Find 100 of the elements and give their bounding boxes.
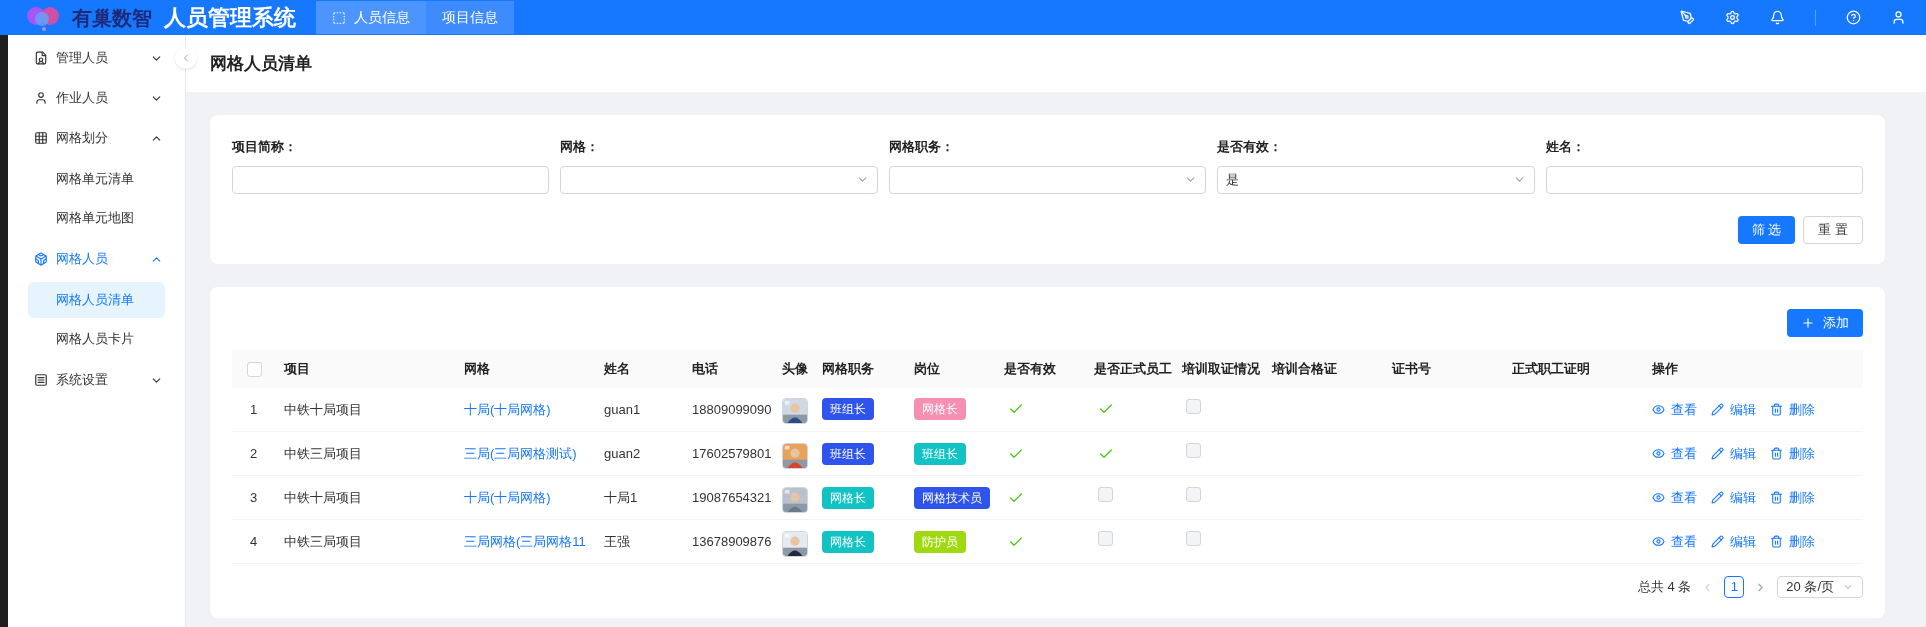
action-link[interactable]: 查看 [1652,531,1697,552]
cube-icon [34,252,48,266]
checkbox[interactable] [1186,487,1201,503]
input-field[interactable] [232,165,550,194]
total-count: 总共 4 条 [1637,578,1692,597]
grid-link[interactable]: 三局(三局网格测试) [464,445,577,461]
table-cell: 13678909876 [688,519,778,564]
tag: 网格长 [822,486,874,509]
add-button[interactable]: 添加 [1787,308,1863,337]
tag: 防护员 [914,530,966,553]
column-header: 项目 [280,349,460,388]
field-label: 网格： [560,138,601,156]
page-size-select[interactable]: 20 条/页 [1777,576,1863,598]
menu-item[interactable]: 网格人员 [8,239,173,279]
trash-icon [1770,535,1783,548]
menu-item[interactable]: 系统设置 [8,360,173,400]
submenu-item[interactable]: 网格人员卡片 [28,321,165,357]
table-cell: 18809099090 [688,387,778,432]
collapse-button[interactable] [175,47,197,69]
select-field[interactable]: 是 [1217,165,1535,194]
action-link[interactable]: 删除 [1770,443,1815,464]
settings-icon[interactable] [1725,10,1740,25]
pencil-icon [1711,535,1724,548]
checkbox[interactable] [1186,443,1201,459]
column-header: 操作 [1648,349,1863,388]
eye-icon [1652,535,1665,548]
page-button[interactable]: 1 [1724,576,1745,598]
menu-item[interactable]: 作业人员 [8,78,173,118]
table-cell: 十局1 [600,475,688,520]
select-field[interactable] [560,165,878,194]
action-link[interactable]: 编辑 [1711,487,1756,508]
action-link[interactable]: 编辑 [1711,399,1756,419]
input-field[interactable] [1545,165,1863,194]
action-link[interactable]: 删除 [1770,531,1815,552]
menu-item[interactable]: 管理人员 [8,38,173,78]
reset-button[interactable]: 重 置 [1803,215,1863,244]
plus-icon [1801,315,1815,330]
column-header: 姓名 [600,349,688,388]
eye-icon [1652,447,1665,460]
column-header: 培训取证情况 [1178,349,1268,388]
pencil-icon [1711,402,1724,416]
row-number: 2 [232,431,280,476]
bell-icon[interactable] [1770,10,1785,25]
action-link[interactable]: 编辑 [1711,443,1756,464]
filter-button[interactable]: 筛 选 [1737,215,1796,244]
pencil-icon [1711,447,1724,460]
submenu-item[interactable]: 网格单元地图 [28,200,165,236]
menu-item[interactable]: 网格划分 [8,118,173,158]
list-icon [34,373,48,387]
tag: 网格长 [914,398,966,421]
grid-link[interactable]: 十局(十局网格) [464,401,551,417]
table-cell: guan1 [600,387,688,432]
column-header: 网格 [460,349,600,388]
column-header: 岗位 [910,349,1000,388]
row-number: 1 [232,387,280,432]
column-header: 是否正式员工 [1090,349,1178,388]
column-header: 电话 [688,349,778,388]
table-cell: 中铁十局项目 [280,387,460,432]
trash-icon [1770,447,1783,460]
page-title: 网格人员清单 [210,52,312,75]
action-link[interactable]: 删除 [1770,399,1815,419]
field-label: 项目简称： [232,138,298,156]
grid-link[interactable]: 三局网格(三局网格11 [464,533,586,549]
row-number: 3 [232,475,280,520]
select-field[interactable] [888,165,1207,194]
checkbox[interactable] [1098,487,1113,503]
checkbox[interactable] [1186,531,1201,547]
action-link[interactable]: 查看 [1652,399,1697,419]
table-cell: 中铁十局项目 [280,475,460,520]
action-link[interactable]: 编辑 [1711,531,1756,552]
table-cell: guan2 [600,431,688,476]
column-header: 头像 [778,349,818,388]
checkbox[interactable] [247,361,262,377]
table-cell: 中铁三局项目 [280,519,460,564]
submenu-item[interactable]: 网格单元清单 [28,161,165,197]
table-cell: 17602579801 [688,431,778,476]
row-number: 4 [232,519,280,564]
column-header: 证书号 [1388,349,1508,388]
eye-icon [1652,491,1665,504]
field-label: 网格职务： [888,138,955,156]
user-icon[interactable] [1891,10,1906,25]
nav-tab[interactable]: 人员信息 [316,1,426,34]
table-cell: 中铁三局项目 [280,431,460,476]
column-header: 培训合格证 [1268,349,1388,388]
nav-tab[interactable]: 项目信息 [426,1,514,34]
id-card-icon [34,51,48,65]
checkbox[interactable] [1098,531,1113,547]
column-header: 正式职工证明 [1508,349,1628,388]
eye-icon [1652,402,1665,416]
tag: 网格技术员 [914,486,990,509]
action-link[interactable]: 查看 [1652,487,1697,508]
submenu-item[interactable]: 网格人员清单 [28,282,165,318]
pen-icon[interactable] [1680,10,1695,25]
action-link[interactable]: 删除 [1770,487,1815,508]
grid-link[interactable]: 十局(十局网格) [464,489,551,505]
tag: 网格长 [822,530,874,553]
user-icon [34,91,48,105]
help-icon[interactable] [1846,10,1861,25]
action-link[interactable]: 查看 [1652,443,1697,464]
checkbox[interactable] [1186,399,1201,414]
